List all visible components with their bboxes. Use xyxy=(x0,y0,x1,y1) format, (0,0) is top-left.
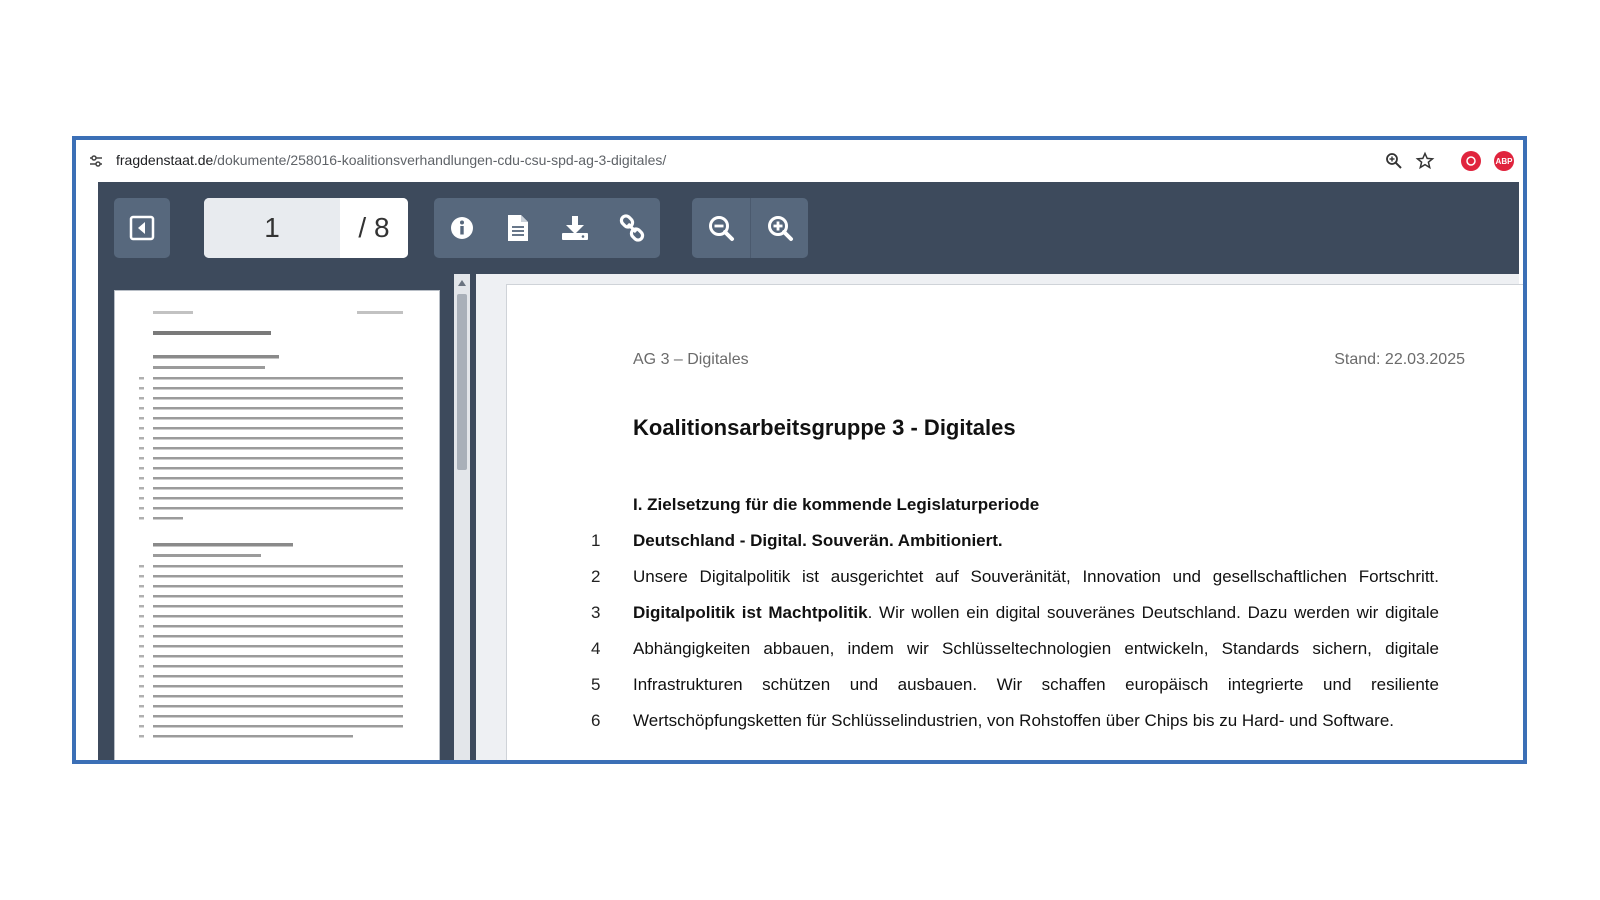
document-actions-group xyxy=(434,198,660,258)
site-settings-icon[interactable] xyxy=(88,153,104,169)
url-text[interactable]: fragdenstaat.de/dokumente/258016-koaliti… xyxy=(116,152,666,168)
zoom-out-icon xyxy=(709,216,734,241)
toggle-sidebar-button[interactable] xyxy=(114,198,170,258)
page-navigator: / 8 xyxy=(204,198,408,258)
zoom-icon[interactable] xyxy=(1384,151,1404,171)
zoom-group xyxy=(692,198,808,258)
document-view: AG 3 – Digitales Stand: 22.03.2025 Koali… xyxy=(476,274,1523,760)
document-line: Unsere Digitalpolitik ist ausgerichtet a… xyxy=(633,567,1439,587)
page-thumbnail[interactable] xyxy=(114,290,440,760)
line-text: Unsere Digitalpolitik ist ausgerichtet a… xyxy=(633,567,1439,586)
adblock-icon[interactable]: ABP xyxy=(1494,151,1514,171)
address-bar[interactable]: fragdenstaat.de/dokumente/258016-koaliti… xyxy=(76,140,1523,182)
link-icon xyxy=(619,214,645,242)
thumbnail-sidebar xyxy=(98,274,454,760)
line-bold-text: Deutschland - Digital. Souverän. Ambitio… xyxy=(633,531,1003,550)
line-text: Wertschöpfungsketten für Schlüsselindust… xyxy=(633,711,1394,730)
zoom-out-button[interactable] xyxy=(692,198,751,258)
bookmark-star-icon[interactable] xyxy=(1415,151,1435,171)
line-number: 5 xyxy=(591,675,601,694)
pdf-viewer: / 8 xyxy=(98,182,1523,760)
info-icon xyxy=(451,217,473,239)
document-button[interactable] xyxy=(490,198,546,258)
page-header-right: Stand: 22.03.2025 xyxy=(1334,351,1465,368)
zoom-in-icon xyxy=(767,216,793,241)
document-line: Digitalpolitik ist Machtpolitik. Wir wol… xyxy=(633,603,1439,623)
total-pages: / 8 xyxy=(340,198,408,258)
document-line: Infrastrukturen schützen und ausbauen. W… xyxy=(633,675,1439,695)
zoom-in-button[interactable] xyxy=(751,198,808,258)
scrollbar-thumb[interactable] xyxy=(457,294,467,470)
line-number: 3 xyxy=(591,603,601,622)
extension-icon[interactable] xyxy=(1461,151,1481,171)
url-path: /dokumente/258016-koalitionsverhandlunge… xyxy=(213,152,667,168)
line-text: . Wir wollen ein digital souveränes Deut… xyxy=(867,603,1439,622)
page-number-input[interactable] xyxy=(204,198,340,258)
url-domain: fragdenstaat.de xyxy=(116,152,214,168)
thumbnail-scrollbar[interactable] xyxy=(454,274,470,760)
document-title: Koalitionsarbeitsgruppe 3 - Digitales xyxy=(633,415,1016,440)
line-number: 2 xyxy=(591,567,601,586)
browser-window: fragdenstaat.de/dokumente/258016-koaliti… xyxy=(72,136,1527,764)
link-button[interactable] xyxy=(604,198,660,258)
viewer-toolbar: / 8 xyxy=(98,182,1519,274)
scroll-up-icon[interactable] xyxy=(458,280,466,286)
page-header-left: AG 3 – Digitales xyxy=(633,351,749,368)
line-number: 1 xyxy=(591,531,601,550)
document-icon xyxy=(508,215,528,241)
section-heading: I. Zielsetzung für die kommende Legislat… xyxy=(633,495,1040,514)
download-button[interactable] xyxy=(546,198,604,258)
download-icon xyxy=(562,216,588,240)
document-line: Wertschöpfungsketten für Schlüsselindust… xyxy=(633,711,1439,731)
line-bold-text: Digitalpolitik ist Machtpolitik xyxy=(633,603,868,622)
line-number: 4 xyxy=(591,639,601,658)
line-text: Abhängigkeiten abbauen, indem wir Schlüs… xyxy=(633,639,1439,658)
thumbnail-preview xyxy=(139,311,403,738)
info-button[interactable] xyxy=(434,198,490,258)
document-line: Deutschland - Digital. Souverän. Ambitio… xyxy=(633,531,1439,551)
sidebar-toggle-icon xyxy=(129,215,155,241)
line-text: Infrastrukturen schützen und ausbauen. W… xyxy=(633,675,1439,694)
document-line: Abhängigkeiten abbauen, indem wir Schlüs… xyxy=(633,639,1439,659)
document-page: AG 3 – Digitales Stand: 22.03.2025 Koali… xyxy=(506,284,1523,760)
line-number: 6 xyxy=(591,711,601,730)
